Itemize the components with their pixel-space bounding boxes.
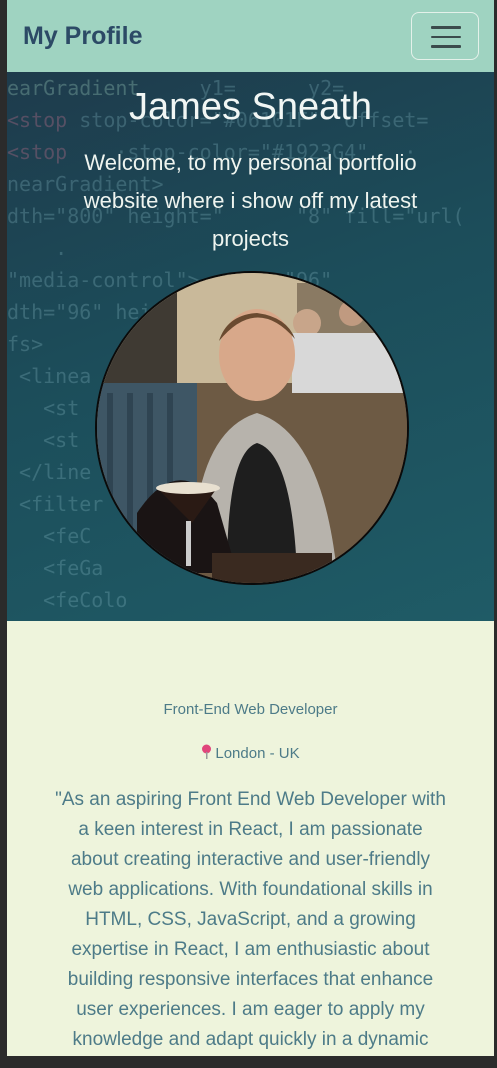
map-pin-icon (202, 744, 212, 759)
hamburger-menu-icon (431, 45, 461, 48)
navbar: My Profile (7, 0, 494, 72)
location-text: London - UK (215, 745, 300, 762)
location: London - UK (7, 744, 494, 762)
hero-section: earGradient y1= y2= <stop stop-color="#0… (7, 72, 494, 621)
profile-photo (95, 271, 409, 585)
page: My Profile earGradient y1= y2= <stop sto… (7, 0, 494, 1056)
hamburger-menu-icon (431, 35, 461, 38)
hero-name: James Sneath (129, 86, 372, 128)
bio-text: "As an aspiring Front End Web Developer … (55, 789, 446, 1050)
profile-photo-image (97, 273, 407, 583)
job-title: Front-End Web Developer (163, 701, 338, 718)
hamburger-menu-icon (431, 26, 461, 29)
hero-welcome-text: Welcome, to my personal portfolio websit… (83, 150, 418, 251)
brand-link[interactable]: My Profile (23, 22, 142, 51)
navbar-toggle-button[interactable] (411, 12, 479, 60)
